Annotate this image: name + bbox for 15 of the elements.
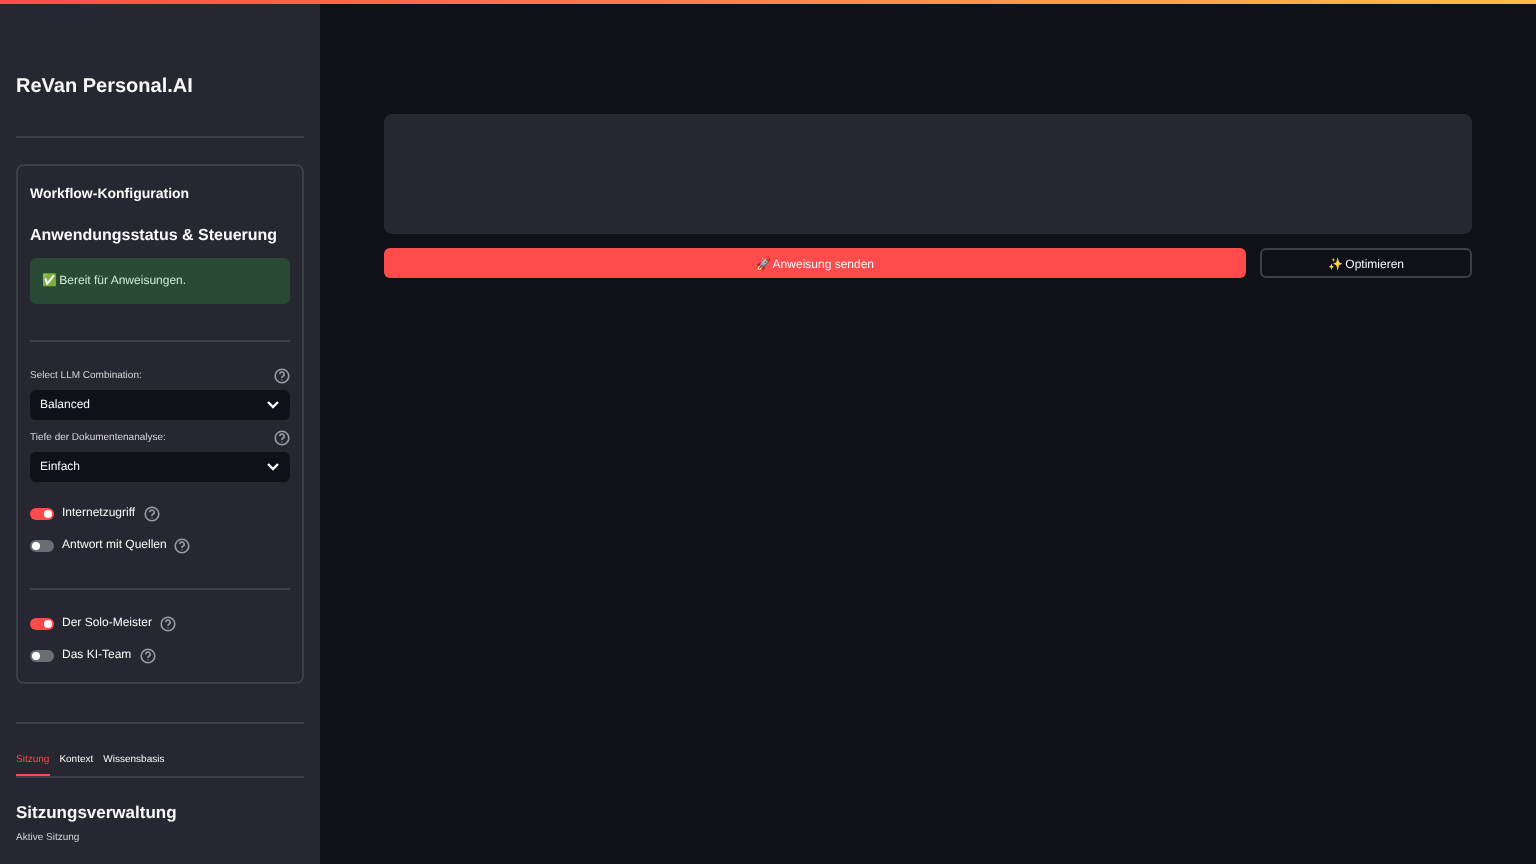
- card-subheading: Anwendungsstatus & Steuerung: [30, 226, 278, 244]
- help-icon[interactable]: [143, 506, 160, 522]
- toggle-switch[interactable]: [30, 508, 54, 520]
- section-title: Sitzungsverwaltung: [16, 802, 177, 822]
- help-icon[interactable]: [274, 430, 290, 446]
- help-icon[interactable]: [274, 368, 290, 384]
- toggle-switch[interactable]: [30, 540, 54, 552]
- chevron-down-icon: [266, 462, 280, 472]
- toggle-switch[interactable]: [30, 650, 54, 662]
- toggle-switch[interactable]: [30, 618, 54, 630]
- help-icon[interactable]: [160, 616, 177, 632]
- help-icon[interactable]: [139, 648, 156, 664]
- help-icon[interactable]: [174, 538, 191, 554]
- app-title: ReVan Personal.AI: [16, 76, 195, 102]
- chevron-down-icon: [266, 400, 280, 410]
